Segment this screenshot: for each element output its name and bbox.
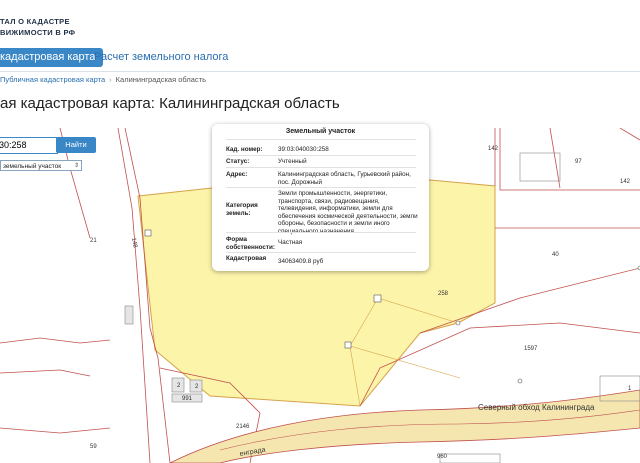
- road-name-label: Северный обход Калининграда: [478, 403, 595, 412]
- popup-divider: [226, 155, 416, 156]
- map-label: 21: [90, 238, 97, 244]
- map-label: 40: [552, 252, 559, 258]
- popup-divider: [226, 232, 416, 233]
- row-value[interactable]: 39:03:040030:258: [278, 146, 418, 154]
- row-value: Земли промышленности, энергетики, трансп…: [278, 190, 418, 235]
- breadcrumb: Публичная кадастровая карта › Калининградс…: [0, 75, 206, 84]
- map-label: 59: [90, 444, 97, 450]
- tab-land-tax[interactable]: Расчет земельного налога: [86, 48, 236, 67]
- site-title[interactable]: ТАЛ О КАДАСТРЕ ВИЖИМОСТИ В РФ: [0, 16, 75, 38]
- map-label: 991: [182, 396, 193, 402]
- row-key: Кадастровая: [226, 255, 267, 262]
- map-label: 142: [620, 179, 631, 185]
- chevron-down-icon: ⇕: [73, 163, 79, 169]
- row-value: Калининградская область, Гурьевский райо…: [278, 171, 411, 186]
- breadcrumb-link[interactable]: Публичная кадастровая карта: [0, 75, 105, 84]
- breadcrumb-separator: ›: [109, 75, 112, 84]
- map-label: 97: [575, 159, 582, 165]
- page-title: ая кадастровая карта: Калининградская об…: [0, 95, 340, 112]
- popup-divider: [226, 167, 416, 168]
- breadcrumb-current: Калининградская область: [115, 75, 206, 84]
- row-key: Адрес:: [226, 171, 248, 178]
- popup-divider: [226, 139, 416, 140]
- popup-divider: [226, 187, 416, 188]
- map-label: 148: [130, 237, 138, 249]
- site-header: ТАЛ О КАДАСТРЕ ВИЖИМОСТИ В РФ: [0, 0, 640, 44]
- search-input[interactable]: 30:258: [0, 137, 58, 154]
- map-label: 960: [437, 454, 448, 460]
- map-label: 258: [438, 291, 449, 297]
- tab-bar: кадастровая карта Расчет земельного нало…: [0, 44, 640, 72]
- row-value: Частная: [278, 239, 303, 246]
- popup-title: Земельный участок: [285, 128, 356, 135]
- object-type-select[interactable]: земельный участок ⇕: [0, 160, 82, 171]
- row-key: Форма собственности:: [226, 236, 275, 251]
- row-value: Учтенный: [278, 158, 307, 165]
- map-label: 1597: [524, 346, 538, 352]
- object-type-select-value: земельный участок: [3, 163, 62, 170]
- row-value: 34063409.8 руб: [278, 258, 324, 265]
- popup-divider: [226, 252, 416, 253]
- row-key: Кад. номер:: [226, 146, 263, 153]
- row-key: Статус:: [226, 158, 250, 165]
- parcel-info-popup[interactable]: Земельный участок Кад. номер: 39:03:0400…: [212, 124, 429, 271]
- site-title-line2: ВИЖИМОСТИ В РФ: [0, 28, 76, 37]
- row-key: Категория земель:: [226, 202, 258, 217]
- site-title-line1: ТАЛ О КАДАСТРЕ: [0, 17, 70, 26]
- map-label: 2146: [236, 424, 250, 430]
- search-button[interactable]: Найти: [56, 137, 96, 153]
- map-label: 142: [488, 146, 499, 152]
